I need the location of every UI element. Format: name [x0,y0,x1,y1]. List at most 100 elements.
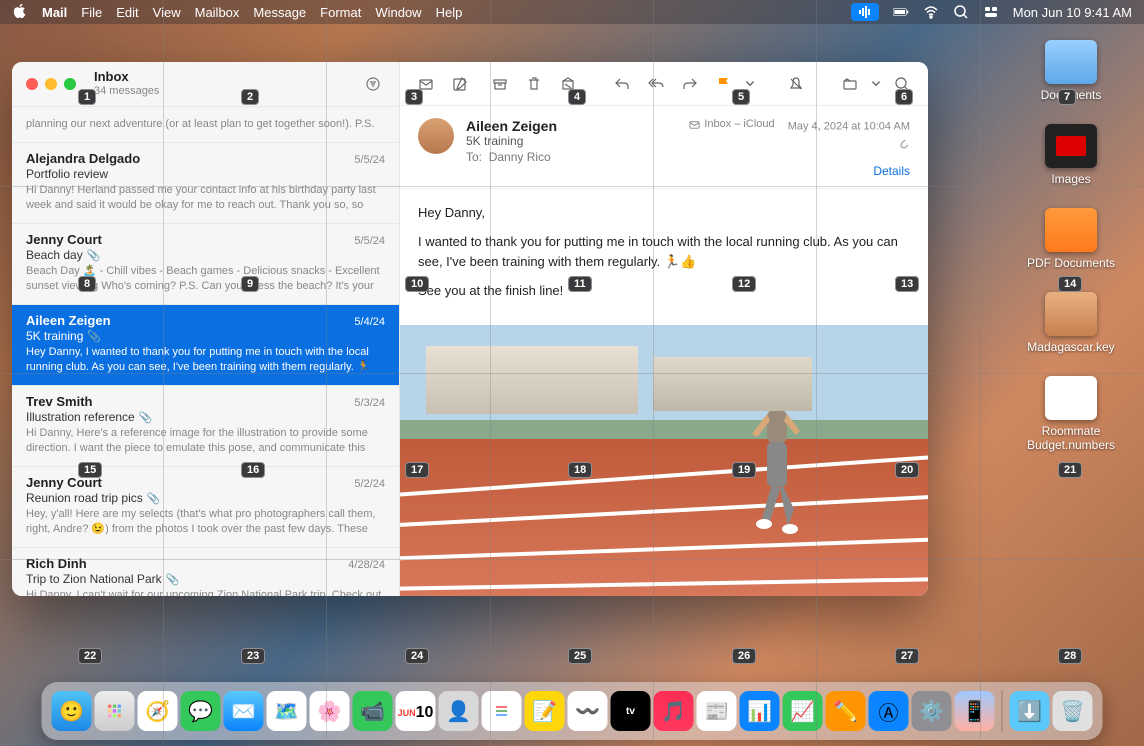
dock-keynote[interactable]: 📊 [740,691,780,731]
dock-mail[interactable]: ✉️ [224,691,264,731]
msg-from: Alejandra Delgado [26,151,140,166]
keynote-file-icon [1045,292,1097,336]
message-row[interactable]: Rich Dinh4/28/24Trip to Zion National Pa… [12,548,399,596]
compose-icon[interactable] [412,72,440,96]
image-stack-icon [1045,124,1097,168]
forward-icon[interactable] [676,72,704,96]
header-subject: 5K training [466,134,677,148]
message-row[interactable]: Jenny Court5/2/24Reunion road trip pics📎… [12,467,399,548]
menu-format[interactable]: Format [320,5,361,20]
dock-reminders[interactable] [482,691,522,731]
dock-appstore[interactable]: Ⓐ [869,691,909,731]
move-icon[interactable] [836,72,864,96]
attachment-icon: 📎 [87,330,101,343]
mute-icon[interactable] [782,72,810,96]
message-row[interactable]: planning our next adventure (or at least… [12,106,399,143]
dock-downloads[interactable]: ⬇️ [1010,691,1050,731]
message-row[interactable]: Trev Smith5/3/24Illustration reference📎H… [12,386,399,467]
dock: 🙂 🧭 💬 ✉️ 🗺️ 🌸 📹 JUN10 👤 📝 〰️ tv 🎵 📰 📊 📈 … [42,682,1103,740]
status-search-icon[interactable] [953,4,969,20]
message-list[interactable]: planning our next adventure (or at least… [12,106,399,596]
message-row[interactable]: Jenny Court5/5/24Beach day📎Beach Day 🏝️ … [12,224,399,305]
traffic-lights [26,78,76,90]
msg-from: Aileen Zeigen [26,313,111,328]
dock-news[interactable]: 📰 [697,691,737,731]
desktop-icon-pdf[interactable]: PDF Documents [1027,208,1115,270]
msg-subject: Portfolio review [26,167,385,181]
close-button[interactable] [26,78,38,90]
attachment-icon: 📎 [166,573,180,586]
msg-date: 5/3/24 [354,397,385,409]
dock-freeform[interactable]: 〰️ [568,691,608,731]
msg-date: 5/5/24 [354,235,385,247]
status-battery-icon[interactable] [893,4,909,20]
status-voice-icon[interactable] [851,3,879,21]
desktop-icon-images[interactable]: Images [1045,124,1097,186]
grid-cell-number: 24 [405,648,429,664]
status-wifi-icon[interactable] [923,4,939,20]
menu-help[interactable]: Help [436,5,463,20]
reply-icon[interactable] [608,72,636,96]
archive-icon[interactable] [486,72,514,96]
header-from: Aileen Zeigen [466,118,677,134]
dock-messages[interactable]: 💬 [181,691,221,731]
desktop-icon-documents[interactable]: Documents [1041,40,1102,102]
dock-finder[interactable]: 🙂 [52,691,92,731]
minimize-button[interactable] [45,78,57,90]
new-message-icon[interactable] [446,72,474,96]
status-datetime[interactable]: Mon Jun 10 9:41 AM [1013,5,1132,20]
desktop-icon-numbers[interactable]: Roommate Budget.numbers [1016,376,1126,452]
menu-file[interactable]: File [81,5,102,20]
dock-music[interactable]: 🎵 [654,691,694,731]
dock-facetime[interactable]: 📹 [353,691,393,731]
dock-numbers[interactable]: 📈 [783,691,823,731]
dock-iphone-mirror[interactable]: 📱 [955,691,995,731]
menu-mailbox[interactable]: Mailbox [195,5,240,20]
dock-safari[interactable]: 🧭 [138,691,178,731]
msg-preview: Hey Danny, I wanted to thank you for put… [26,345,385,375]
menu-edit[interactable]: Edit [116,5,138,20]
flag-icon[interactable] [710,72,738,96]
sidebar-header: Inbox 34 messages [12,62,399,106]
msg-from: Jenny Court [26,475,102,490]
flag-chevron-icon[interactable] [744,72,756,96]
message-attachment-image[interactable] [400,325,928,597]
message-list-pane: Inbox 34 messages planning our next adve… [12,62,400,596]
reply-all-icon[interactable] [642,72,670,96]
sender-avatar[interactable] [418,118,454,154]
menu-message[interactable]: Message [253,5,306,20]
filter-icon[interactable] [361,72,385,96]
fullscreen-button[interactable] [64,78,76,90]
menu-window[interactable]: Window [375,5,421,20]
desktop-icon-keynote[interactable]: Madagascar.key [1027,292,1114,354]
dock-pages[interactable]: ✏️ [826,691,866,731]
dock-contacts[interactable]: 👤 [439,691,479,731]
apple-menu[interactable] [12,3,28,22]
status-control-center-icon[interactable] [983,4,999,20]
details-link[interactable]: Details [689,164,910,178]
header-mailbox[interactable]: Inbox – iCloud [689,118,774,130]
msg-subject: Beach day📎 [26,248,385,262]
mail-window: Inbox 34 messages planning our next adve… [12,62,928,596]
dock-launchpad[interactable] [95,691,135,731]
dock-tv[interactable]: tv [611,691,651,731]
search-icon[interactable] [888,72,916,96]
dock-calendar[interactable]: JUN10 [396,691,436,731]
trash-icon[interactable] [520,72,548,96]
msg-from: Trev Smith [26,394,92,409]
dock-settings[interactable]: ⚙️ [912,691,952,731]
dock-photos[interactable]: 🌸 [310,691,350,731]
dock-maps[interactable]: 🗺️ [267,691,307,731]
menu-view[interactable]: View [153,5,181,20]
msg-preview: Hi Danny, I can't wait for our upcoming … [26,588,385,596]
junk-icon[interactable] [554,72,582,96]
attachment-icon: 📎 [139,411,153,424]
reading-pane: Aileen Zeigen 5K training To: Danny Rico… [400,62,928,596]
message-row[interactable]: Aileen Zeigen5/4/245K training📎Hey Danny… [12,305,399,386]
message-row[interactable]: Alejandra Delgado5/5/24Portfolio reviewH… [12,143,399,224]
dock-notes[interactable]: 📝 [525,691,565,731]
dock-trash[interactable]: 🗑️ [1053,691,1093,731]
app-name[interactable]: Mail [42,5,67,20]
move-chevron-icon[interactable] [870,72,882,96]
numbers-file-icon [1045,376,1097,420]
